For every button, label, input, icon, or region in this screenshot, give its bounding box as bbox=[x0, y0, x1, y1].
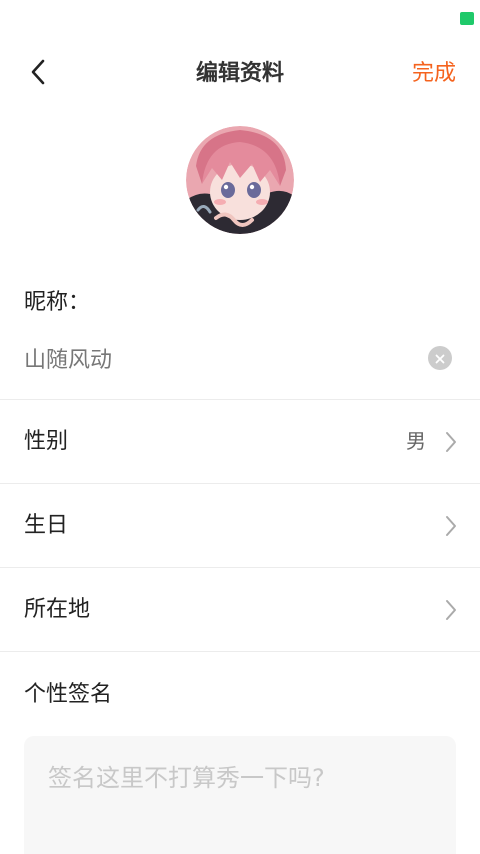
gender-label: 性别 bbox=[24, 429, 69, 454]
back-button[interactable] bbox=[18, 54, 58, 94]
nickname-input[interactable] bbox=[24, 334, 414, 382]
page-title: 编辑资料 bbox=[195, 61, 284, 86]
nickname-row bbox=[24, 334, 456, 382]
location-row[interactable]: 所在地 bbox=[0, 568, 480, 651]
chevron-right-icon bbox=[444, 431, 458, 453]
gender-row[interactable]: 性别 男 bbox=[0, 400, 480, 483]
signature-input[interactable] bbox=[24, 736, 456, 854]
chevron-right-icon bbox=[444, 599, 458, 621]
signature-label: 个性签名 bbox=[24, 682, 113, 707]
nickname-label: 昵称： bbox=[24, 290, 91, 315]
clear-icon bbox=[435, 349, 445, 368]
clear-button[interactable] bbox=[428, 346, 452, 370]
done-button[interactable]: 完成 bbox=[412, 48, 456, 100]
location-label: 所在地 bbox=[24, 597, 91, 622]
divider bbox=[0, 651, 480, 652]
avatar[interactable] bbox=[186, 126, 294, 234]
signature-box bbox=[24, 736, 456, 854]
gender-value: 男 bbox=[406, 429, 426, 453]
chevron-right-icon bbox=[444, 515, 458, 537]
status-indicator bbox=[460, 12, 474, 25]
birthday-row[interactable]: 生日 bbox=[0, 484, 480, 567]
chevron-left-icon bbox=[29, 58, 47, 90]
header-bar: 编辑资料 完成 bbox=[0, 48, 480, 100]
birthday-label: 生日 bbox=[24, 513, 69, 538]
